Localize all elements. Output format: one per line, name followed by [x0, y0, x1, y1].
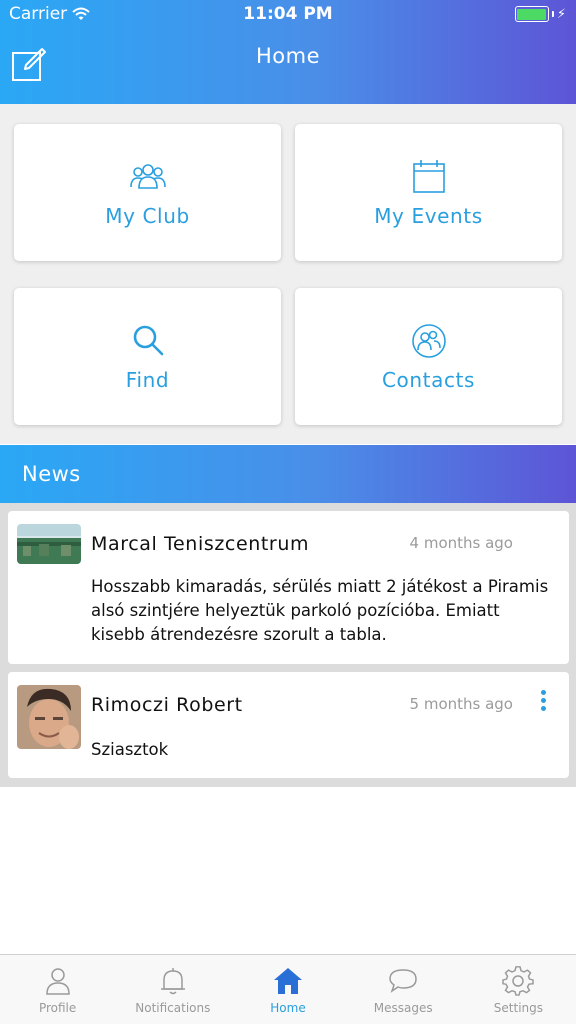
tennis-court-image: [17, 524, 81, 564]
tab-home[interactable]: Home: [230, 955, 345, 1024]
avatar: [17, 685, 81, 749]
battery-icon: ⚡: [514, 6, 566, 22]
news-text: Hosszabb kimaradás, sérülés miatt 2 játé…: [91, 577, 549, 644]
charging-icon: ⚡: [556, 6, 566, 22]
my-events-label: My Events: [374, 203, 483, 228]
club-group-icon: [129, 163, 166, 189]
news-item[interactable]: Rimoczi Robert 5 months ago Sziasztok: [8, 672, 569, 778]
tab-messages-label: Messages: [373, 1001, 433, 1015]
news-item[interactable]: Marcal Teniszcentrum 4 months ago Hossza…: [8, 511, 569, 664]
tab-profile-label: Profile: [38, 1001, 77, 1015]
find-tile[interactable]: Find: [14, 288, 281, 425]
contacts-icon: [411, 323, 446, 358]
more-options-icon[interactable]: [537, 690, 549, 716]
tab-settings-label: Settings: [493, 1001, 544, 1015]
news-text: Sziasztok: [91, 740, 169, 759]
news-feed: Marcal Teniszcentrum 4 months ago Hossza…: [0, 503, 576, 787]
status-bar: Carrier 11:04 PM ⚡: [0, 0, 576, 30]
find-label: Find: [125, 367, 170, 392]
tab-home-label: Home: [270, 1001, 306, 1015]
contacts-tile[interactable]: Contacts: [295, 288, 562, 425]
contacts-label: Contacts: [381, 367, 476, 392]
news-author[interactable]: Marcal Teniszcentrum: [91, 533, 309, 555]
bell-icon: [160, 968, 185, 995]
page-title: Home: [255, 44, 320, 68]
tab-bar: Profile Notifications Home Messages Sett…: [0, 954, 576, 1024]
user-photo: [17, 685, 81, 749]
avatar: [17, 524, 81, 564]
tab-settings[interactable]: Settings: [461, 955, 576, 1024]
calendar-icon: [412, 159, 445, 193]
header: Carrier 11:04 PM ⚡ Home: [0, 0, 576, 104]
news-time: 4 months ago: [409, 534, 513, 552]
news-author[interactable]: Rimoczi Robert: [91, 694, 243, 716]
chat-bubble-icon: [389, 969, 417, 993]
search-icon: [133, 325, 163, 355]
gear-icon: [502, 966, 535, 996]
tab-notifications-label: Notifications: [135, 1001, 211, 1015]
tab-messages[interactable]: Messages: [346, 955, 461, 1024]
home-tiles: My Club My Events Find Contacts: [0, 104, 576, 444]
my-club-tile[interactable]: My Club: [14, 124, 281, 261]
my-events-tile[interactable]: My Events: [295, 124, 562, 261]
news-header: News: [0, 445, 576, 503]
profile-icon: [45, 968, 70, 995]
my-club-label: My Club: [105, 203, 190, 228]
news-time: 5 months ago: [409, 695, 513, 713]
home-icon: [274, 968, 302, 994]
tab-notifications[interactable]: Notifications: [115, 955, 230, 1024]
status-time: 11:04 PM: [243, 4, 333, 24]
tab-profile[interactable]: Profile: [0, 955, 115, 1024]
